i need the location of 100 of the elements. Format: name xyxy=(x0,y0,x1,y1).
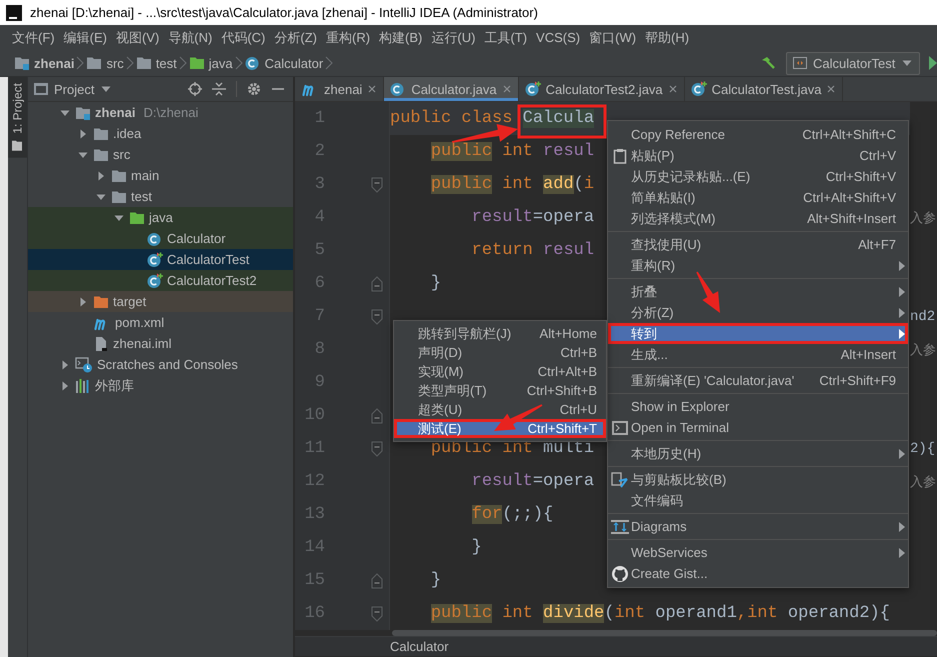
menu-item[interactable]: 分析(Z) xyxy=(270,28,321,46)
menu-item[interactable]: Create Gist... xyxy=(608,563,908,584)
tree-item[interactable]: src xyxy=(28,144,293,165)
fold-marker-icon[interactable] xyxy=(371,606,383,622)
tree-item[interactable]: CalculatorTest xyxy=(28,249,293,270)
window-title: zhenai [D:\zhenai] - ...\src\test\java\Calculator.java [zhenai] - IntelliJ IDEA (Administrator) xyxy=(30,5,538,20)
breadcrumb-item[interactable]: Calculator xyxy=(390,639,449,654)
fold-marker-icon[interactable] xyxy=(371,440,383,456)
menu-item[interactable]: 工具(T) xyxy=(480,28,532,46)
menu-item[interactable]: 简单粘贴(I) Ctrl+Alt+Shift+V xyxy=(608,187,908,208)
tree-item[interactable]: CalculatorTest2 xyxy=(28,270,293,291)
menu-item[interactable]: 粘贴(P) Ctrl+V xyxy=(608,145,908,166)
keyboard-shortcut: Alt+Shift+Insert xyxy=(807,211,896,226)
breadcrumb-item[interactable]: Calculator xyxy=(244,55,324,71)
tree-item[interactable]: 外部库 xyxy=(28,375,293,396)
editor-tab[interactable]: Calculator.java xyxy=(384,77,519,101)
scrollbar-thumb[interactable] xyxy=(392,630,937,636)
code-line: return resul xyxy=(470,241,594,260)
settings-icon[interactable] xyxy=(247,82,261,96)
breadcrumb-item[interactable]: java xyxy=(188,55,233,71)
locate-icon[interactable] xyxy=(188,82,202,96)
tree-item[interactable]: zhenai D:\zhenai xyxy=(28,102,293,123)
close-icon[interactable] xyxy=(668,84,678,94)
clipboard-icon xyxy=(612,148,626,164)
code-line: } xyxy=(430,571,442,590)
tree-item[interactable]: main xyxy=(28,165,293,186)
menu-item[interactable]: 生成... Alt+Insert xyxy=(608,344,908,365)
menu-item[interactable]: Copy Reference Ctrl+Alt+Shift+C xyxy=(608,124,908,145)
tree-item[interactable]: Scratches and Consoles xyxy=(28,354,293,375)
annotation-arrow xyxy=(452,124,518,143)
tree-item[interactable]: Calculator xyxy=(28,228,293,249)
menu-item[interactable]: WebServices xyxy=(608,542,908,563)
tree-item[interactable]: zhenai.iml xyxy=(28,333,293,354)
editor-tab[interactable]: CalculatorTest2.java xyxy=(518,77,685,101)
menu-item[interactable]: 分析(Z) xyxy=(608,302,908,323)
menu-item[interactable]: Show in Explorer xyxy=(608,396,908,417)
keyboard-shortcut: Alt+F7 xyxy=(858,237,896,252)
menu-item[interactable]: Open in Terminal xyxy=(608,417,908,438)
menu-item[interactable]: 与剪贴板比较(B) xyxy=(608,469,908,490)
class-icon xyxy=(390,81,406,97)
keyboard-shortcut: Ctrl+U xyxy=(560,402,597,417)
fold-marker-icon[interactable] xyxy=(371,308,383,324)
menu-item[interactable]: 超类(U) Ctrl+U xyxy=(394,400,606,419)
collapse-all-icon[interactable] xyxy=(212,82,226,96)
menu-item[interactable]: 实现(M) Ctrl+Alt+B xyxy=(394,362,606,381)
menu-item[interactable]: 文件编码 xyxy=(608,490,908,511)
file-icon xyxy=(93,336,109,352)
menu-item[interactable]: 导航(N) xyxy=(164,28,216,46)
project-view-dropdown[interactable]: Project xyxy=(34,82,112,96)
tree-item[interactable]: .idea xyxy=(28,123,293,144)
tree-item[interactable]: pom.xml xyxy=(28,312,293,333)
menu-item[interactable]: VCS(S) xyxy=(532,30,584,45)
menu-item[interactable]: 运行(U) xyxy=(427,28,480,46)
menu-item[interactable]: 类型声明(T) Ctrl+Shift+B xyxy=(394,381,606,400)
tree-item[interactable]: java xyxy=(28,207,293,228)
menu-item[interactable]: 跳转到导航栏(J) Alt+Home xyxy=(394,324,606,343)
tree-item[interactable]: test xyxy=(28,186,293,207)
tree-item[interactable]: target xyxy=(28,291,293,312)
menu-item[interactable]: 从历史记录粘贴...(E) Ctrl+Shift+V xyxy=(608,166,908,187)
menu-item[interactable]: 重构(R) xyxy=(322,28,374,46)
menu-item[interactable]: 编辑(E) xyxy=(60,28,111,46)
breadcrumb-item[interactable]: test xyxy=(136,55,177,71)
fold-marker-icon[interactable] xyxy=(371,276,383,292)
close-icon[interactable] xyxy=(826,84,836,94)
folder-icon xyxy=(86,55,102,71)
menu-item[interactable]: 重新编译(E) 'Calculator.java' Ctrl+Shift+F9 xyxy=(608,370,908,391)
code-line: result=opera xyxy=(470,472,594,491)
breadcrumb-item[interactable]: src xyxy=(86,55,124,71)
chevron-icon xyxy=(124,55,136,71)
menu-item[interactable]: 帮助(H) xyxy=(641,28,694,46)
module-folder-icon xyxy=(75,104,91,120)
editor-tab[interactable]: CalculatorTest.java xyxy=(684,77,844,101)
run-config-dropdown[interactable]: CalculatorTest xyxy=(786,52,920,74)
folder-icon xyxy=(111,188,127,204)
close-icon[interactable] xyxy=(367,84,378,94)
tool-window-tab[interactable]: 1: Project xyxy=(8,77,27,158)
menu-item[interactable]: 构建(B) xyxy=(375,28,426,46)
fold-marker-icon[interactable] xyxy=(371,176,383,192)
menu-item[interactable]: 代码(C) xyxy=(217,28,270,46)
menu-item[interactable]: 列选择模式(M) Alt+Shift+Insert xyxy=(608,208,908,229)
menu-item[interactable]: 查找使用(U) Alt+F7 xyxy=(608,234,908,255)
round-logo-icon xyxy=(612,566,628,582)
menu-item[interactable]: 声明(D) Ctrl+B xyxy=(394,343,606,362)
fold-marker-icon[interactable] xyxy=(371,408,383,424)
menu-item[interactable]: 测试(E) Ctrl+Shift+T xyxy=(394,419,606,438)
hammer-icon[interactable] xyxy=(760,55,776,71)
test-class-icon xyxy=(524,81,541,97)
run-icon[interactable] xyxy=(929,56,937,70)
close-icon[interactable] xyxy=(502,84,512,94)
menu-item[interactable]: 折叠 xyxy=(608,281,908,302)
menu-item[interactable]: Diagrams xyxy=(608,516,908,537)
menu-item[interactable]: 重构(R) xyxy=(608,255,908,276)
keyboard-shortcut: Ctrl+Shift+V xyxy=(826,169,896,184)
fold-marker-icon[interactable] xyxy=(371,572,383,588)
breadcrumb-item[interactable]: zhenai xyxy=(14,55,74,71)
menu-item[interactable]: 转到 xyxy=(608,323,908,344)
menu-item[interactable]: 文件(F) xyxy=(8,28,59,46)
menu-item[interactable]: 窗口(W) xyxy=(585,28,640,46)
menu-item[interactable]: 本地历史(H) xyxy=(608,443,908,464)
menu-item[interactable]: 视图(V) xyxy=(112,28,164,46)
